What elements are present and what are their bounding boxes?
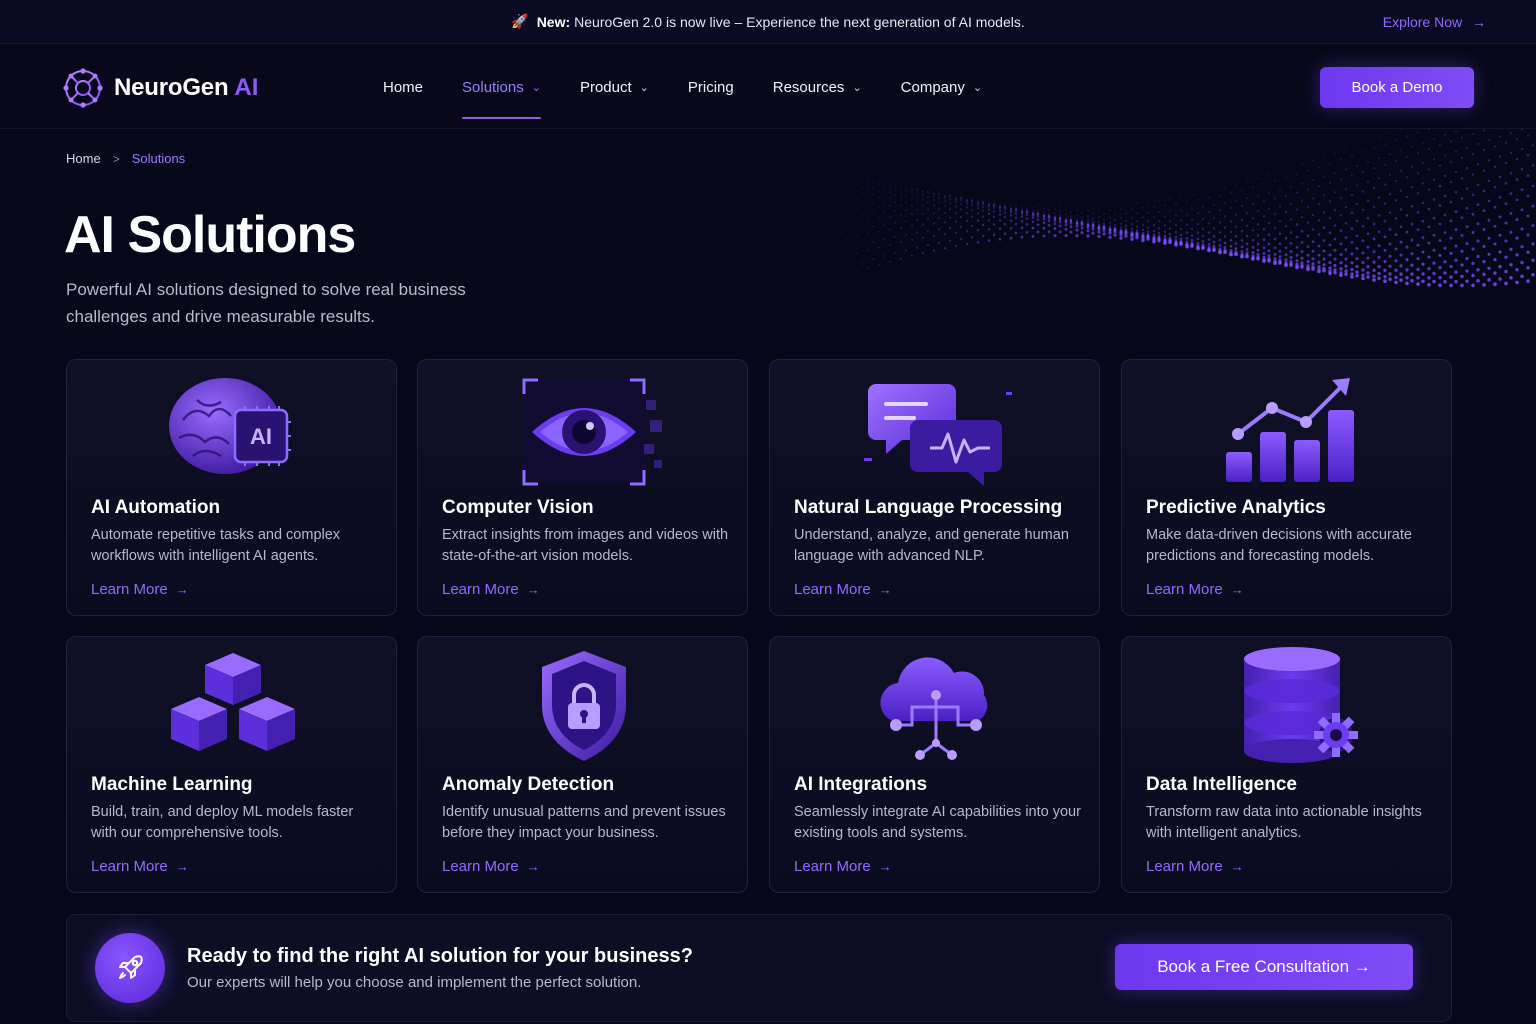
card-title: AI Automation [91,497,221,518]
solution-card-anomaly-detection[interactable]: Anomaly Detection Identify unusual patte… [417,636,748,893]
card-description: Automate repetitive tasks and complex wo… [91,527,341,564]
learn-more-label: Learn More [794,858,871,875]
breadcrumb-separator: > [112,151,120,166]
arrow-right-icon: → [878,582,892,597]
bar-chart-icon [1122,370,1453,490]
cubes-icon [67,647,398,767]
arrow-right-icon: → [1230,582,1244,597]
learn-more-label: Learn More [91,581,168,598]
main-menu: Home Solutions ⌄ Product ⌄ Pricing Resou… [383,45,1021,129]
brand-suffix: AI [234,74,259,101]
learn-more-link[interactable]: Learn More → [91,858,189,875]
explore-now-link[interactable]: Explore Now → [1383,14,1486,30]
card-title: Natural Language Processing [794,497,1063,518]
solution-card-predictive-analytics[interactable]: Predictive Analytics Make data-driven de… [1121,359,1452,616]
card-title: Data Intelligence [1146,774,1297,795]
brand-name: NeuroGen [114,74,229,101]
page-subtitle: Powerful AI solutions designed to solve … [66,280,466,326]
shield-lock-icon [418,647,749,767]
arrow-right-icon: → [526,859,540,874]
chevron-down-icon: ⌄ [972,81,983,94]
database-gear-icon [1122,647,1453,767]
nav-home-label: Home [383,78,424,96]
chevron-down-icon: ⌄ [852,81,862,94]
solution-card-nlp[interactable]: Natural Language Processing Understand, … [769,359,1100,616]
nav-product-label: Product [579,78,632,96]
cta-subtext: Our experts will help you choose and imp… [187,974,642,991]
nav-pricing[interactable]: Pricing [688,45,734,129]
breadcrumb-home[interactable]: Home [66,151,101,166]
top-navigation: NeuroGen AI Home Solutions ⌄ Product ⌄ P… [0,45,1536,129]
solution-card-data-intelligence[interactable]: Data Intelligence Transform raw data int… [1121,636,1452,893]
chat-bubbles-icon [770,370,1101,490]
learn-more-label: Learn More [1146,581,1223,598]
cta-heading: Ready to find the right AI solution for … [187,945,693,967]
rocket-icon [95,933,165,1003]
consultation-banner: Ready to find the right AI solution for … [66,914,1452,1022]
learn-more-link[interactable]: Learn More → [91,581,189,598]
solution-card-computer-vision[interactable]: Computer Vision Extract insights from im… [417,359,748,616]
eye-icon [418,370,749,490]
nav-resources[interactable]: Resources ⌄ [773,45,862,129]
page-title: AI Solutions [64,206,356,264]
brain-chip-icon: AI [67,370,398,490]
arrow-right-icon: → [1230,859,1244,874]
solution-card-ai-integrations[interactable]: AI Integrations Seamlessly integrate AI … [769,636,1100,893]
brand-logo[interactable]: NeuroGen AI [62,67,258,109]
card-description: Make data-driven decisions with accurate… [1146,527,1412,564]
chevron-down-icon: ⌄ [639,81,649,94]
card-title: AI Integrations [794,774,928,795]
breadcrumb: Home > Solutions [66,151,185,166]
announcement-text: NeuroGen 2.0 is now live – Experience th… [574,13,1025,30]
nav-solutions-label: Solutions [462,78,524,96]
announcement-label: New: [536,13,571,30]
breadcrumb-current: Solutions [131,151,186,166]
card-title: Computer Vision [442,497,594,518]
nav-home[interactable]: Home [383,45,423,129]
nav-solutions[interactable]: Solutions ⌄ [462,45,541,129]
learn-more-label: Learn More [91,858,168,875]
learn-more-link[interactable]: Learn More → [1146,581,1244,598]
arrow-right-icon: → [175,582,189,597]
card-description: Extract insights from images and videos … [442,527,729,564]
svg-text:AI: AI [250,424,272,449]
card-title: Machine Learning [91,774,253,795]
announcement-bar: 🚀 New: NeuroGen 2.0 is now live – Experi… [0,0,1536,44]
learn-more-label: Learn More [442,581,519,598]
neural-logo-icon [63,68,103,108]
nav-company-label: Company [900,78,965,96]
learn-more-label: Learn More [794,581,871,598]
card-title: Anomaly Detection [442,774,615,795]
card-description: Build, train, and deploy ML models faste… [91,804,354,841]
book-demo-button[interactable]: Book a Demo [1320,67,1474,108]
rocket-icon: 🚀 [511,13,529,29]
arrow-right-icon: → [1472,14,1486,30]
arrow-right-icon: → [526,582,540,597]
card-description: Transform raw data into actionable insig… [1146,804,1422,841]
arrow-right-icon: → [175,859,189,874]
learn-more-label: Learn More [442,858,519,875]
chevron-down-icon: ⌄ [531,81,541,94]
nav-product[interactable]: Product ⌄ [580,45,649,129]
particle-wave-decoration [801,128,1535,292]
explore-now-label: Explore Now [1382,14,1463,30]
solution-card-ai-automation[interactable]: AI AI Automation Automate repetitive tas… [66,359,397,616]
arrow-right-icon: → [878,859,892,874]
nav-resources-label: Resources [772,78,845,96]
card-description: Seamlessly integrate AI capabilities int… [794,804,1081,841]
learn-more-link[interactable]: Learn More → [442,581,540,598]
learn-more-link[interactable]: Learn More → [794,581,892,598]
learn-more-label: Learn More [1146,858,1223,875]
cloud-network-icon [770,647,1101,767]
card-description: Identify unusual patterns and prevent is… [442,804,726,841]
nav-pricing-label: Pricing [687,78,734,96]
learn-more-link[interactable]: Learn More → [1146,858,1244,875]
card-description: Understand, analyze, and generate human … [794,527,1069,564]
learn-more-link[interactable]: Learn More → [442,858,540,875]
card-title: Predictive Analytics [1146,497,1326,518]
book-consultation-button[interactable]: Book a Free Consultation → [1115,944,1413,990]
nav-company[interactable]: Company ⌄ [901,45,982,129]
learn-more-link[interactable]: Learn More → [794,858,892,875]
solution-card-machine-learning[interactable]: Machine Learning Build, train, and deplo… [66,636,397,893]
